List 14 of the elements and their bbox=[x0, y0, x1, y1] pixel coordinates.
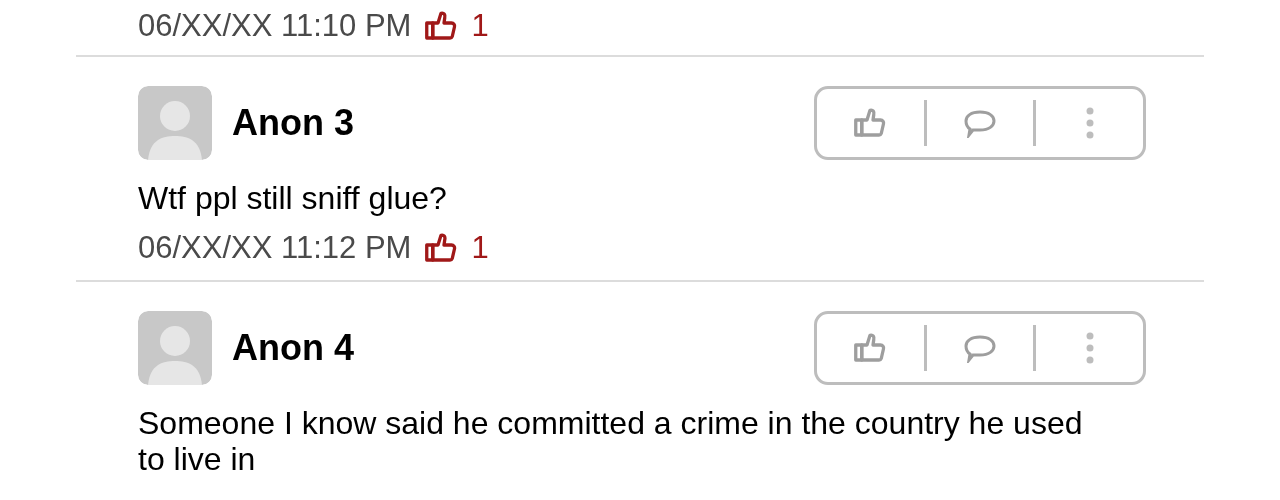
like-count: 1 bbox=[471, 6, 489, 45]
timestamp: 06/XX/XX 11:12 PM bbox=[138, 228, 412, 267]
author-name: Anon 3 bbox=[232, 101, 355, 145]
more-options-icon bbox=[1085, 332, 1094, 364]
avatar-icon bbox=[138, 311, 212, 385]
like-count: 1 bbox=[471, 228, 489, 267]
author-name: Anon 4 bbox=[232, 326, 355, 370]
speech-bubble-icon bbox=[963, 333, 997, 363]
comment-text: Someone I know said he committed a crime in the country he used to live in bbox=[138, 405, 1084, 477]
speech-bubble-icon bbox=[963, 108, 997, 138]
comment-text: Wtf ppl still sniff glue? bbox=[138, 180, 448, 216]
avatar-icon bbox=[138, 86, 212, 160]
timestamp: 06/XX/XX 11:10 PM bbox=[138, 6, 412, 45]
more-options-icon bbox=[1085, 107, 1094, 139]
